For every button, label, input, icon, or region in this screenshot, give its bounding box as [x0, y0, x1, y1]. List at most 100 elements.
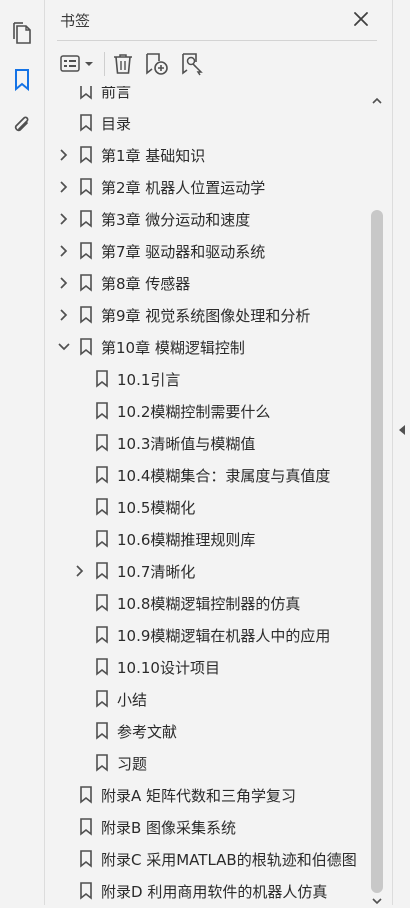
bookmark-icon	[79, 306, 93, 324]
bookmark-label: 附录C 采用MATLAB的根轨迹和伯德图	[101, 851, 357, 869]
bookmark-label: 10.5模糊化	[117, 499, 196, 517]
bookmark-label: 前言	[101, 86, 132, 101]
options-menu-icon[interactable]	[59, 50, 97, 78]
chevron-right-icon[interactable]	[57, 243, 71, 259]
bookmark-row[interactable]: 第7章 驱动器和驱动系统	[45, 235, 369, 267]
chevron-right-icon[interactable]	[57, 179, 71, 195]
scrollbar[interactable]	[369, 86, 385, 905]
bookmark-icon	[95, 594, 109, 612]
bookmark-icon	[79, 274, 93, 292]
collapse-panel-icon[interactable]	[396, 410, 408, 450]
bookmark-row[interactable]: 10.7清晰化	[45, 555, 369, 587]
bookmark-row[interactable]: 10.6模糊推理规则库	[45, 523, 369, 555]
chevron-right-icon[interactable]	[57, 211, 71, 227]
bookmark-tree: 前言目录第1章 基础知识第2章 机器人位置运动学第3章 微分运动和速度第7章 驱…	[45, 86, 369, 905]
bookmark-label: 第2章 机器人位置运动学	[101, 179, 266, 197]
bookmark-row[interactable]: 第10章 模糊逻辑控制	[45, 331, 369, 363]
bookmark-icon	[95, 530, 109, 548]
bookmark-row[interactable]: 10.9模糊逻辑在机器人中的应用	[45, 619, 369, 651]
bookmark-row[interactable]: 附录D 利用商用软件的机器人仿真	[45, 875, 369, 905]
bookmark-search-icon[interactable]	[180, 50, 206, 78]
bookmark-label: 10.6模糊推理规则库	[117, 531, 256, 549]
bookmark-label: 第7章 驱动器和驱动系统	[101, 243, 266, 261]
bookmark-label: 10.9模糊逻辑在机器人中的应用	[117, 627, 331, 645]
chevron-down-icon[interactable]	[57, 339, 71, 355]
bookmark-label: 10.8模糊逻辑控制器的仿真	[117, 595, 301, 613]
bookmark-row[interactable]: 习题	[45, 747, 369, 779]
bookmark-icon[interactable]	[8, 66, 36, 94]
chevron-right-icon[interactable]	[57, 275, 71, 291]
close-icon[interactable]	[351, 9, 371, 29]
bookmark-icon	[79, 786, 93, 804]
paperclip-icon[interactable]	[8, 112, 36, 140]
bookmark-row[interactable]: 附录A 矩阵代数和三角学复习	[45, 779, 369, 811]
bookmark-row[interactable]: 目录	[45, 107, 369, 139]
bookmark-row[interactable]: 第9章 视觉系统图像处理和分析	[45, 299, 369, 331]
bookmark-icon	[95, 658, 109, 676]
bookmark-row[interactable]: 10.3清晰值与模糊值	[45, 427, 369, 459]
bookmark-row[interactable]: 附录B 图像采集系统	[45, 811, 369, 843]
scroll-up-icon[interactable]	[371, 94, 383, 108]
bookmark-label: 习题	[117, 755, 148, 773]
panel-collapse-strip	[392, 0, 410, 905]
bookmark-row[interactable]: 第3章 微分运动和速度	[45, 203, 369, 235]
bookmark-row[interactable]: 10.4模糊集合：隶属度与真值度	[45, 459, 369, 491]
pages-icon[interactable]	[8, 20, 36, 48]
bookmark-icon	[79, 242, 93, 260]
bookmark-row[interactable]: 第8章 传感器	[45, 267, 369, 299]
bookmark-label: 10.4模糊集合：隶属度与真值度	[117, 467, 331, 485]
bookmark-label: 小结	[117, 691, 148, 709]
scroll-down-icon[interactable]	[371, 894, 383, 908]
bookmark-label: 10.1引言	[117, 371, 181, 389]
bookmark-row[interactable]: 10.8模糊逻辑控制器的仿真	[45, 587, 369, 619]
bookmark-label: 10.7清晰化	[117, 563, 196, 581]
bookmark-label: 10.10设计项目	[117, 659, 220, 677]
bookmark-icon	[95, 754, 109, 772]
bookmark-icon	[95, 626, 109, 644]
bookmark-label: 第1章 基础知识	[101, 147, 206, 165]
bookmarks-panel: 书签 前言 目录 第1章 基础知识 第2章 机器人位置运动学 第3章 微分运动和…	[45, 0, 385, 905]
bookmark-label: 目录	[101, 115, 132, 133]
chevron-right-icon[interactable]	[57, 147, 71, 163]
bookmark-row[interactable]: 10.10设计项目	[45, 651, 369, 683]
trash-icon[interactable]	[111, 50, 135, 78]
bookmark-icon	[79, 146, 93, 164]
bookmark-row[interactable]: 第2章 机器人位置运动学	[45, 171, 369, 203]
chevron-right-icon[interactable]	[57, 307, 71, 323]
bookmark-label: 10.2模糊控制需要什么	[117, 403, 271, 421]
bookmarks-toolbar	[45, 42, 385, 86]
bookmark-row[interactable]: 前言	[45, 86, 369, 107]
bookmark-row[interactable]: 10.2模糊控制需要什么	[45, 395, 369, 427]
bookmark-label: 第10章 模糊逻辑控制	[101, 339, 245, 357]
toolbar-separator	[104, 52, 105, 76]
bookmark-icon	[79, 850, 93, 868]
bookmark-icon	[95, 498, 109, 516]
bookmark-label: 附录A 矩阵代数和三角学复习	[101, 787, 297, 805]
bookmark-icon	[95, 402, 109, 420]
bookmark-label: 10.3清晰值与模糊值	[117, 435, 256, 453]
bookmark-row[interactable]: 参考文献	[45, 715, 369, 747]
bookmark-label: 第8章 传感器	[101, 275, 191, 293]
bookmark-row[interactable]: 小结	[45, 683, 369, 715]
bookmark-icon	[79, 86, 93, 100]
bookmark-label: 第9章 视觉系统图像处理和分析	[101, 307, 311, 325]
bookmark-icon	[79, 882, 93, 900]
bookmark-label: 附录D 利用商用软件的机器人仿真	[101, 883, 328, 901]
bookmark-icon	[95, 722, 109, 740]
bookmark-icon	[79, 818, 93, 836]
panel-header: 书签	[45, 0, 385, 40]
bookmark-row[interactable]: 第1章 基础知识	[45, 139, 369, 171]
add-bookmark-icon[interactable]	[144, 50, 170, 78]
bookmark-label: 附录B 图像采集系统	[101, 819, 237, 837]
bookmark-icon	[95, 690, 109, 708]
bookmark-label: 参考文献	[117, 723, 178, 741]
header-divider	[57, 40, 377, 41]
bookmark-icon	[95, 562, 109, 580]
panel-title: 书签	[60, 12, 91, 30]
chevron-right-icon[interactable]	[73, 563, 87, 579]
bookmark-row[interactable]: 10.5模糊化	[45, 491, 369, 523]
bookmark-row[interactable]: 10.1引言	[45, 363, 369, 395]
bookmark-row[interactable]: 附录C 采用MATLAB的根轨迹和伯德图	[45, 843, 369, 875]
bookmark-icon	[95, 370, 109, 388]
scroll-thumb[interactable]	[371, 210, 383, 893]
